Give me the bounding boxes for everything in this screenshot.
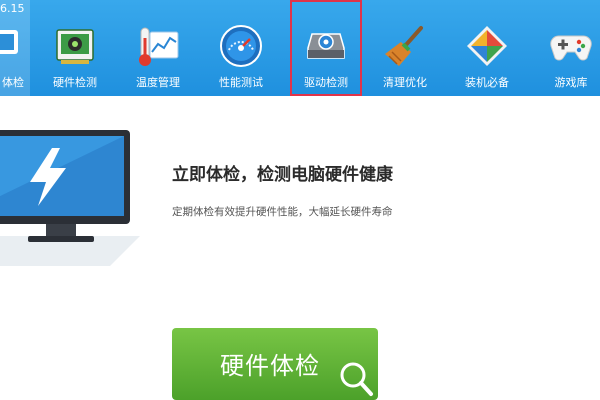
search-icon bbox=[340, 362, 373, 396]
lightning-monitor-icon bbox=[0, 130, 140, 266]
tab-hardware-detect[interactable]: 硬件检测 bbox=[36, 0, 114, 96]
tab-cleanup[interactable]: 清理优化 bbox=[366, 0, 444, 96]
tab-game-library-label: 游戏库 bbox=[554, 76, 588, 89]
tab-checkup-label: 体检 bbox=[2, 76, 24, 89]
thermometer-icon bbox=[139, 27, 179, 66]
hardware-checkup-button[interactable]: 硬件体检 bbox=[172, 328, 378, 400]
app-window: 6.15 体检 硬件检测 温度管理 性能测试 驱动检测 清理优化 装机必备 游戏… bbox=[0, 0, 600, 400]
tab-temperature[interactable]: 温度管理 bbox=[119, 0, 197, 96]
tab-essentials[interactable]: 装机必备 bbox=[448, 0, 526, 96]
speedometer-icon bbox=[220, 25, 262, 67]
tab-checkup[interactable]: 体检 bbox=[0, 0, 30, 96]
top-toolbar: 6.15 体检 硬件检测 温度管理 性能测试 驱动检测 清理优化 装机必备 游戏… bbox=[0, 0, 600, 96]
hero-subline: 定期体检有效提升硬件性能，大幅延长硬件寿命 bbox=[172, 206, 393, 218]
tab-driver-detect[interactable]: 驱动检测 bbox=[290, 0, 362, 96]
tab-game-library[interactable]: 游戏库 bbox=[532, 0, 600, 96]
hardware-checkup-button-label: 硬件体检 bbox=[220, 352, 320, 380]
tab-essentials-label: 装机必备 bbox=[465, 76, 509, 89]
tab-performance[interactable]: 性能测试 bbox=[202, 0, 280, 96]
tab-temperature-label: 温度管理 bbox=[136, 76, 180, 89]
tab-hardware-detect-label: 硬件检测 bbox=[53, 76, 97, 89]
hero-headline: 立即体检，检测电脑硬件健康 bbox=[172, 165, 393, 185]
tab-cleanup-label: 清理优化 bbox=[383, 76, 427, 89]
install-box-icon bbox=[467, 26, 507, 66]
tab-performance-label: 性能测试 bbox=[219, 76, 263, 89]
tab-driver-detect-label: 驱动检测 bbox=[304, 76, 348, 89]
hardware-card-icon bbox=[56, 29, 94, 64]
broom-icon bbox=[385, 26, 423, 66]
driver-gear-icon bbox=[307, 33, 345, 59]
gamepad-icon bbox=[550, 35, 592, 61]
computer-check-icon bbox=[0, 30, 18, 54]
